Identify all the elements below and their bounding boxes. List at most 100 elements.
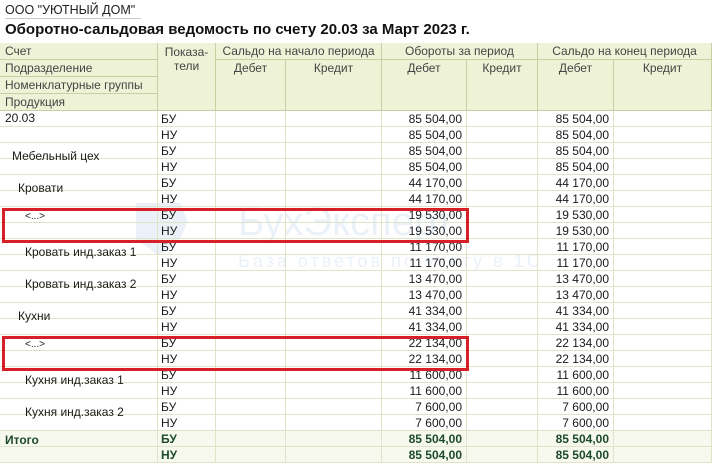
turnover-debit-cell: 7 600,00 (382, 415, 467, 431)
closing-debit-cell: 22 134,00 (538, 335, 614, 351)
opening-debit-cell (216, 431, 286, 447)
closing-debit-cell: 11 170,00 (538, 255, 614, 271)
closing-credit-cell (614, 383, 712, 399)
closing-credit-cell (614, 351, 712, 367)
turnover-credit-cell (467, 175, 538, 191)
row-indicator: БУ (158, 111, 216, 127)
closing-credit-cell (614, 255, 712, 271)
header-closing-balance: Сальдо на конец периода (538, 43, 712, 60)
turnover-credit-cell (467, 367, 538, 383)
opening-credit-cell (286, 319, 382, 335)
header-department: Подразделение (0, 60, 158, 77)
closing-debit-cell: 19 530,00 (538, 223, 614, 239)
opening-credit-cell (286, 191, 382, 207)
turnover-credit-cell (467, 111, 538, 127)
turnover-debit-cell: 44 170,00 (382, 175, 467, 191)
closing-credit-cell (614, 207, 712, 223)
closing-debit-cell: 11 170,00 (538, 239, 614, 255)
turnover-credit-cell (467, 431, 538, 447)
row-indicator: БУ (158, 143, 216, 159)
closing-debit-cell: 7 600,00 (538, 399, 614, 415)
table-row: НУ 11 600,00 11 600,00 (0, 383, 712, 399)
header-turnover: Обороты за период (382, 43, 538, 60)
closing-debit-cell: 22 134,00 (538, 351, 614, 367)
row-indicator: БУ (158, 271, 216, 287)
closing-credit-cell (614, 191, 712, 207)
opening-credit-cell (286, 111, 382, 127)
opening-debit-cell (216, 303, 286, 319)
row-indicator: НУ (158, 255, 216, 271)
table-row: БУ 85 504,00 85 504,00 (0, 143, 712, 159)
closing-credit-cell (614, 303, 712, 319)
closing-credit-cell (614, 175, 712, 191)
turnover-debit-cell: 13 470,00 (382, 271, 467, 287)
row-indicator: БУ (158, 399, 216, 415)
row-indicator: НУ (158, 447, 216, 463)
opening-debit-cell (216, 287, 286, 303)
closing-credit-cell (614, 415, 712, 431)
row-name-cell (0, 383, 158, 399)
table-row: НУ 7 600,00 7 600,00 (0, 415, 712, 431)
opening-debit-cell (216, 191, 286, 207)
header-opening-debit: Дебет (216, 60, 286, 111)
turnover-credit-cell (467, 319, 538, 335)
report-title: Оборотно-сальдовая ведомость по счету 20… (5, 21, 470, 38)
closing-credit-cell (614, 143, 712, 159)
opening-debit-cell (216, 271, 286, 287)
turnover-credit-cell (467, 271, 538, 287)
header-closing-debit: Дебет (538, 60, 614, 111)
total-label: Итого (5, 433, 39, 447)
table-row: НУ 11 170,00 11 170,00 (0, 255, 712, 271)
closing-debit-cell: 13 470,00 (538, 287, 614, 303)
closing-debit-cell: 85 504,00 (538, 111, 614, 127)
row-indicator: НУ (158, 383, 216, 399)
closing-debit-cell: 19 530,00 (538, 207, 614, 223)
table-row: БУ 85 504,00 85 504,00 (0, 111, 712, 127)
header-account: Счет (0, 43, 158, 60)
opening-credit-cell (286, 255, 382, 271)
closing-credit-cell (614, 431, 712, 447)
opening-credit-cell (286, 271, 382, 287)
opening-debit-cell (216, 255, 286, 271)
row-name-cell (0, 447, 158, 463)
opening-credit-cell (286, 127, 382, 143)
turnover-debit-cell: 13 470,00 (382, 287, 467, 303)
row-indicator: БУ (158, 303, 216, 319)
closing-debit-cell: 85 504,00 (538, 431, 614, 447)
header-products: Продукция (0, 94, 158, 111)
opening-debit-cell (216, 319, 286, 335)
opening-debit-cell (216, 415, 286, 431)
closing-credit-cell (614, 447, 712, 463)
row-indicator: БУ (158, 175, 216, 191)
row-indicator: НУ (158, 127, 216, 143)
closing-credit-cell (614, 367, 712, 383)
turnover-credit-cell (467, 239, 538, 255)
row-name-cell (0, 319, 158, 335)
opening-credit-cell (286, 159, 382, 175)
closing-credit-cell (614, 223, 712, 239)
closing-debit-cell: 44 170,00 (538, 191, 614, 207)
closing-credit-cell (614, 319, 712, 335)
turnover-debit-cell: 41 334,00 (382, 303, 467, 319)
row-indicator: НУ (158, 415, 216, 431)
opening-credit-cell (286, 287, 382, 303)
organization-name: ООО "УЮТНЫЙ ДОМ" (5, 2, 142, 19)
opening-debit-cell (216, 383, 286, 399)
highlight-box-beds (2, 208, 469, 243)
turnover-debit-cell: 7 600,00 (382, 399, 467, 415)
closing-debit-cell: 85 504,00 (538, 143, 614, 159)
opening-credit-cell (286, 143, 382, 159)
row-name-cell (0, 255, 158, 271)
turnover-debit-cell: 85 504,00 (382, 447, 467, 463)
row-indicator: НУ (158, 287, 216, 303)
closing-credit-cell (614, 335, 712, 351)
opening-credit-cell (286, 447, 382, 463)
closing-credit-cell (614, 287, 712, 303)
closing-credit-cell (614, 111, 712, 127)
turnover-debit-cell: 11 600,00 (382, 383, 467, 399)
opening-credit-cell (286, 399, 382, 415)
row-name-cell (0, 191, 158, 207)
turnover-credit-cell (467, 207, 538, 223)
turnover-credit-cell (467, 351, 538, 367)
turnover-credit-cell (467, 191, 538, 207)
